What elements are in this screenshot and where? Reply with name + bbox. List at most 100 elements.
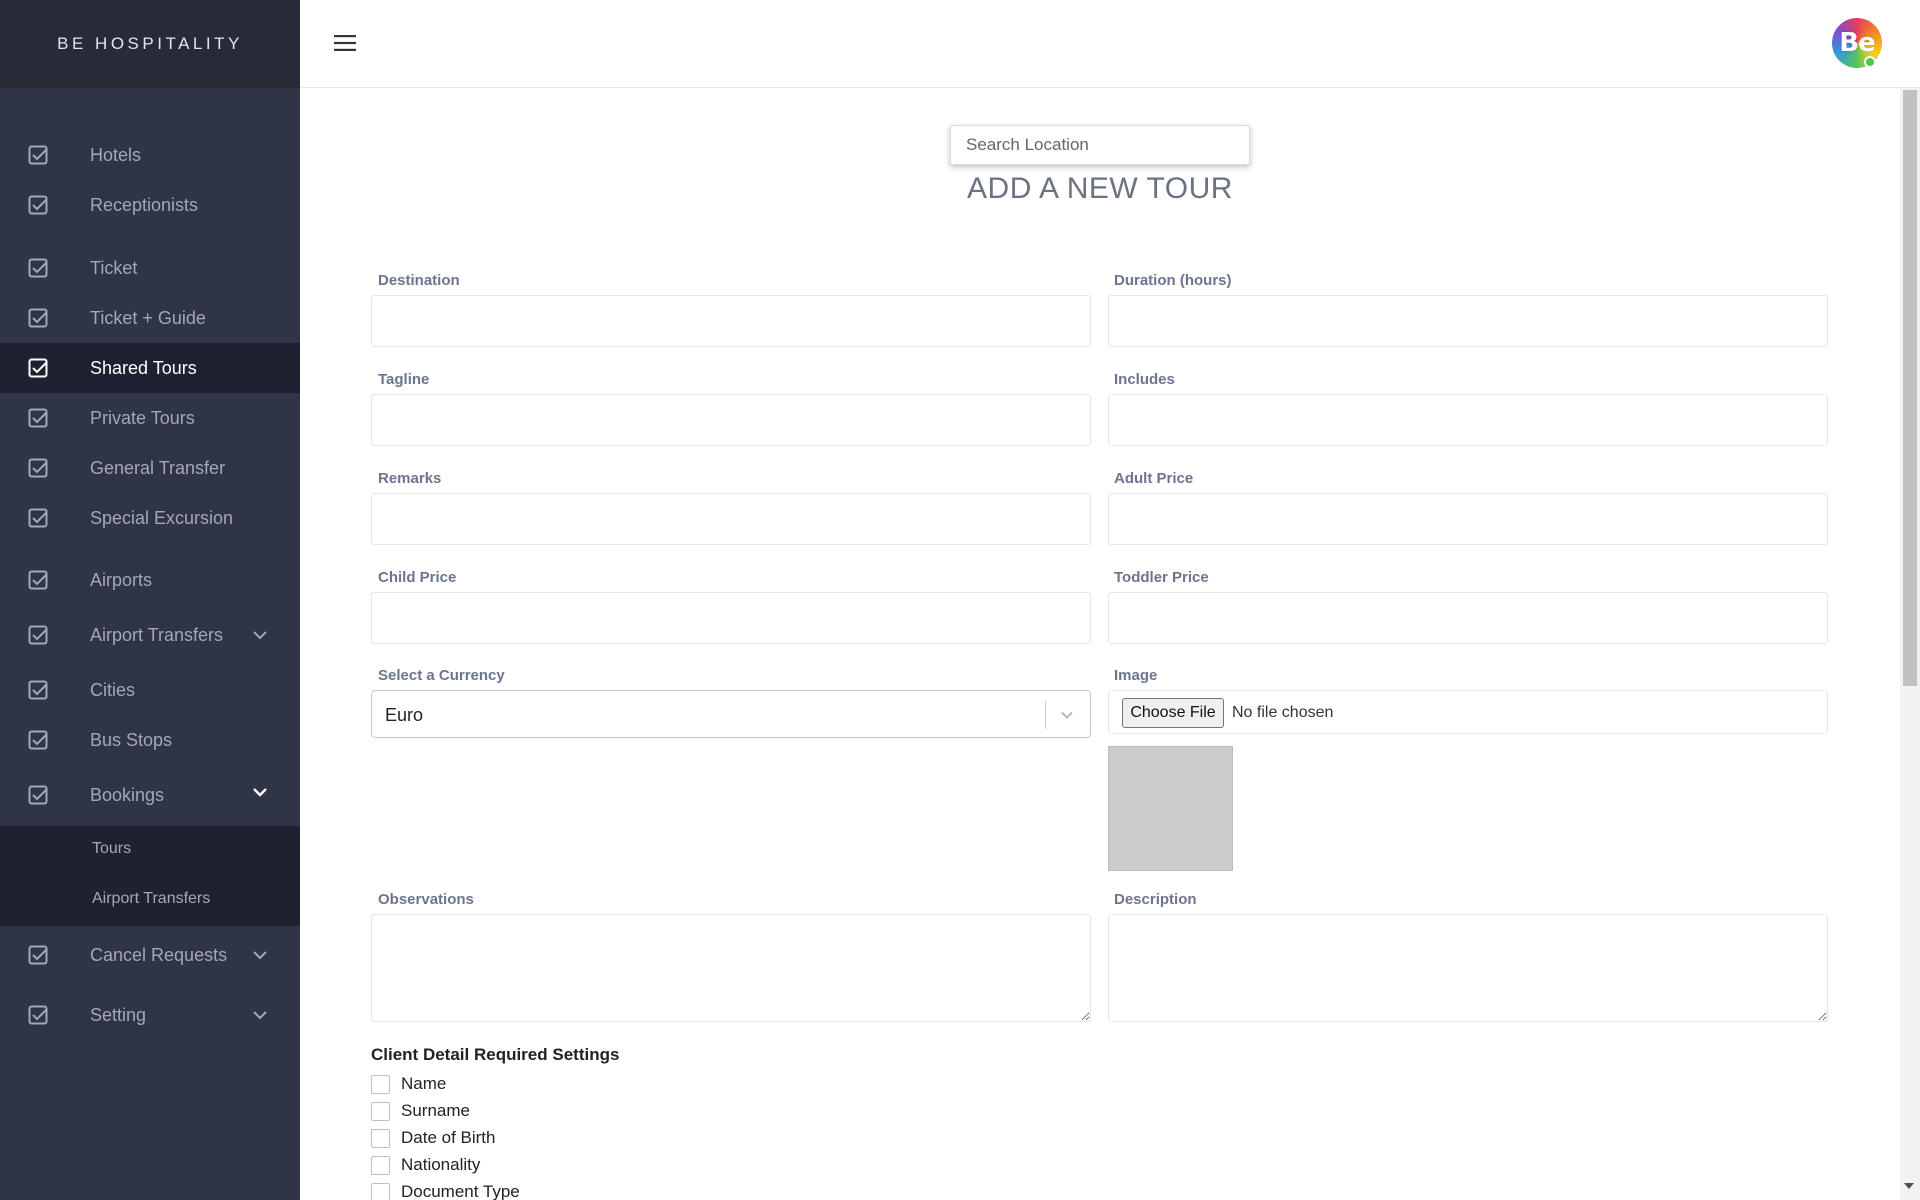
client-option-surname: Surname <box>371 1100 470 1122</box>
toddler-price-field[interactable] <box>1108 592 1828 644</box>
scrollbar-thumb[interactable] <box>1903 90 1917 686</box>
checkbox-icon <box>28 1005 48 1025</box>
sidebar-item-bookings[interactable]: Bookings <box>0 770 300 820</box>
client-option-document-type: Document Type <box>371 1181 520 1200</box>
checkbox-icon <box>28 195 48 215</box>
chevron-down-icon <box>253 788 267 797</box>
sidebar-item-label: Special Excursion <box>90 507 234 528</box>
sidebar-item-label: Shared Tours <box>90 357 197 378</box>
description-textarea[interactable] <box>1108 914 1828 1022</box>
sidebar-item-label: Setting <box>90 1004 147 1025</box>
client-option-date-of-birth: Date of Birth <box>371 1127 496 1149</box>
sidebar-item-label: Ticket + Guide <box>90 307 206 328</box>
page-title: ADD A NEW TOUR <box>967 172 1233 205</box>
adult-price-field[interactable] <box>1108 493 1828 545</box>
sidebar-item-hotels[interactable]: Hotels <box>0 130 300 180</box>
checkbox-label: Surname <box>401 1101 470 1120</box>
client-option-nationality: Nationality <box>371 1154 480 1176</box>
chevron-down-icon <box>253 1011 267 1020</box>
sidebar-item-general-transfer[interactable]: General Transfer <box>0 443 300 493</box>
sidebar-item-ticket-guide[interactable]: Ticket + Guide <box>0 293 300 343</box>
scroll-down-arrow-icon[interactable] <box>1904 1183 1914 1189</box>
child-price-label: Child Price <box>378 569 457 586</box>
remarks-label: Remarks <box>378 470 442 487</box>
sidebar-item-airports[interactable]: Airports <box>0 555 300 605</box>
tagline-field[interactable] <box>371 394 1091 446</box>
chevron-down-icon <box>253 631 267 640</box>
submenu-item-airport-transfers[interactable]: Airport Transfers <box>92 890 210 908</box>
checkbox-label: Document Type <box>401 1182 520 1200</box>
sidebar-item-cancel-requests[interactable]: Cancel Requests <box>0 930 300 980</box>
toddler-price-label: Toddler Price <box>1114 569 1209 586</box>
avatar-text: Be <box>1839 28 1875 58</box>
checkbox-icon <box>28 408 48 428</box>
sidebar-item-label: Bookings <box>90 784 165 805</box>
checkbox-label: Nationality <box>401 1155 481 1174</box>
destination-label: Destination <box>378 272 460 289</box>
checkbox[interactable] <box>371 1182 390 1200</box>
sidebar: BE HOSPITALITY Hotels Receptionists Tick… <box>0 0 300 1200</box>
hamburger-menu-icon[interactable] <box>334 34 356 52</box>
checkbox[interactable] <box>371 1101 390 1121</box>
file-status-text: No file chosen <box>1232 704 1334 721</box>
sidebar-item-label: General Transfer <box>90 457 226 478</box>
child-price-field[interactable] <box>371 592 1091 644</box>
checkbox-icon <box>28 730 48 750</box>
sidebar-item-cities[interactable]: Cities <box>0 665 300 715</box>
sidebar-item-shared-tours[interactable]: Shared Tours <box>0 343 300 393</box>
choose-file-button[interactable]: Choose File <box>1122 698 1224 728</box>
submenu-item-tours[interactable]: Tours <box>92 840 131 858</box>
includes-field[interactable] <box>1108 394 1828 446</box>
observations-label: Observations <box>378 891 474 908</box>
checkbox-icon <box>28 258 48 278</box>
brand-logo[interactable]: BE HOSPITALITY <box>0 0 300 88</box>
includes-label: Includes <box>1114 371 1175 388</box>
duration-label: Duration (hours) <box>1114 272 1232 289</box>
image-preview-placeholder <box>1108 746 1233 871</box>
sidebar-item-bus-stops[interactable]: Bus Stops <box>0 715 300 765</box>
sidebar-item-private-tours[interactable]: Private Tours <box>0 393 300 443</box>
checkbox-label: Name <box>401 1074 447 1093</box>
remarks-field[interactable] <box>371 493 1091 545</box>
search-location-input[interactable] <box>950 125 1250 165</box>
sidebar-item-label: Private Tours <box>90 407 195 428</box>
sidebar-item-label: Bus Stops <box>90 729 173 750</box>
sidebar-item-label: Airports <box>90 569 153 590</box>
checkbox-icon <box>28 458 48 478</box>
currency-select-value: Euro <box>385 705 424 725</box>
observations-textarea[interactable] <box>371 914 1091 1022</box>
online-status-icon <box>1864 56 1876 68</box>
sidebar-item-receptionists[interactable]: Receptionists <box>0 180 300 230</box>
duration-field[interactable] <box>1108 295 1828 347</box>
select-divider <box>1045 701 1046 729</box>
sidebar-item-special-excursion[interactable]: Special Excursion <box>0 493 300 543</box>
description-label: Description <box>1114 891 1197 908</box>
chevron-down-icon <box>253 951 267 960</box>
chevron-down-icon[interactable] <box>1060 708 1074 722</box>
client-option-name: Name <box>371 1073 446 1095</box>
checkbox[interactable] <box>371 1128 390 1148</box>
topbar: Be <box>300 0 1920 88</box>
sidebar-item-label: Receptionists <box>90 194 199 215</box>
checkbox[interactable] <box>371 1074 390 1094</box>
destination-field[interactable] <box>371 295 1091 347</box>
currency-select[interactable]: Euro <box>371 690 1091 738</box>
tagline-label: Tagline <box>378 371 430 388</box>
checkbox-icon <box>28 945 48 965</box>
sidebar-item-label: Cancel Requests <box>90 944 228 965</box>
checkbox-icon <box>28 680 48 700</box>
sidebar-item-airport-transfers[interactable]: Airport Transfers <box>0 610 300 660</box>
image-label: Image <box>1114 667 1158 684</box>
checkbox-icon <box>28 145 48 165</box>
adult-price-label: Adult Price <box>1114 470 1194 487</box>
checkbox-icon <box>28 508 48 528</box>
sidebar-item-ticket[interactable]: Ticket <box>0 243 300 293</box>
checkbox-icon <box>28 625 48 645</box>
checkbox[interactable] <box>371 1155 390 1175</box>
sidebar-item-label: Hotels <box>90 144 142 165</box>
sidebar-item-setting[interactable]: Setting <box>0 990 300 1040</box>
currency-label: Select a Currency <box>378 667 505 684</box>
client-settings-title: Client Detail Required Settings <box>371 1045 620 1064</box>
sidebar-item-label: Ticket <box>90 257 138 278</box>
checkbox-icon <box>28 358 48 378</box>
